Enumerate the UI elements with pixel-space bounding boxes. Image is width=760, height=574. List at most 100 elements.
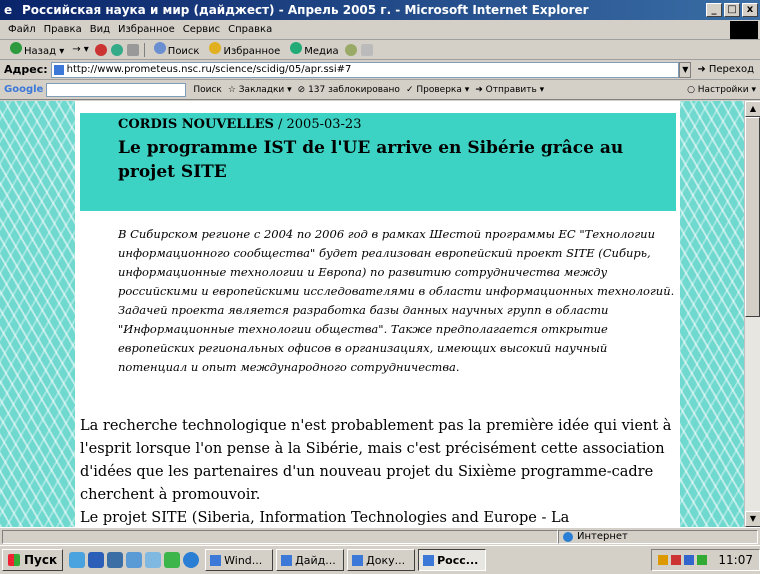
google-toolbar: Google Поиск ☆ Закладки ▾ ⊘ 137 заблокир… xyxy=(0,80,760,100)
taskbar: Пуск Wind... Дайд... Доку... Росс... 11:… xyxy=(0,545,760,574)
window-title: Российская наука и мир (дайджест) - Апре… xyxy=(22,3,589,17)
toolbar-divider xyxy=(143,42,145,57)
menu-view[interactable]: Вид xyxy=(86,24,114,35)
quick-launch-icon[interactable] xyxy=(69,552,86,568)
history-icon[interactable] xyxy=(344,43,357,56)
stop-icon[interactable] xyxy=(94,43,107,56)
task-button-document[interactable]: Доку... xyxy=(347,549,416,571)
google-settings-button[interactable]: ○ Настройки ▾ xyxy=(687,85,760,95)
quick-launch-icon[interactable] xyxy=(145,552,162,568)
task-label: Wind... xyxy=(224,553,263,567)
task-icon xyxy=(281,554,293,566)
quick-launch-icon[interactable] xyxy=(183,552,200,568)
status-text xyxy=(2,529,558,544)
task-button-digest[interactable]: Дайд... xyxy=(276,549,345,571)
article-abstract: В Сибирском регионе с 2004 по 2006 год в… xyxy=(118,227,675,374)
task-icon xyxy=(210,554,222,566)
media-label: Медиа xyxy=(304,46,339,57)
security-zone: Интернет xyxy=(558,529,758,544)
start-label: Пуск xyxy=(24,553,58,567)
start-button[interactable]: Пуск xyxy=(2,549,64,571)
body-paragraph: La recherche technologique n'est probabl… xyxy=(80,418,672,503)
scroll-up-icon[interactable]: ▲ xyxy=(745,101,760,117)
globe-icon xyxy=(563,531,573,542)
address-dropdown-icon[interactable]: ▼ xyxy=(679,61,692,78)
home-icon[interactable] xyxy=(126,43,139,56)
media-button[interactable]: Медиа xyxy=(284,42,342,57)
send-button[interactable]: ➜ Отправить ▾ xyxy=(472,85,547,95)
google-search-input[interactable] xyxy=(46,82,187,97)
search-label: Поиск xyxy=(167,46,200,57)
minimize-button[interactable]: _ xyxy=(706,3,722,17)
window-titlebar: e Российская наука и мир (дайджест) - Ап… xyxy=(0,0,760,20)
star-icon xyxy=(209,42,222,54)
task-button-windows[interactable]: Wind... xyxy=(205,549,274,571)
favorites-label: Избранное xyxy=(223,46,281,57)
address-label: Адрес: xyxy=(4,63,48,76)
system-tray: 11:07 xyxy=(651,549,760,571)
menu-bar: Файл Правка Вид Избранное Сервис Справка xyxy=(0,20,760,40)
refresh-icon[interactable] xyxy=(110,43,123,56)
go-button[interactable]: ➜ Переход xyxy=(691,64,760,75)
send-label: Отправить xyxy=(485,84,537,95)
quick-launch-icon[interactable] xyxy=(164,552,181,568)
article-body: La recherche technologique n'est probabl… xyxy=(80,415,680,527)
blocked-count: 137 заблокировано xyxy=(308,84,400,95)
quick-launch-icon[interactable] xyxy=(88,552,105,568)
search-icon xyxy=(153,42,166,54)
mail-icon[interactable] xyxy=(360,43,373,56)
favorites-button[interactable]: Избранное xyxy=(203,42,284,57)
windows-flag-icon xyxy=(8,554,20,566)
task-icon xyxy=(352,554,364,566)
page-content[interactable]: CORDIS NOUVELLES / 2005-03-23 Le program… xyxy=(0,101,744,527)
back-arrow-icon xyxy=(10,42,22,54)
task-label: Росс... xyxy=(437,553,479,567)
forward-button[interactable]: → ▾ xyxy=(68,44,93,55)
body-next-line: Le projet SITE (Siberia, Information Tec… xyxy=(80,510,570,526)
source-line: CORDIS NOUVELLES / 2005-03-23 xyxy=(118,117,676,132)
settings-label: Настройки xyxy=(697,84,749,95)
menu-tools[interactable]: Сервис xyxy=(179,24,224,35)
back-button[interactable]: Назад ▾ xyxy=(4,42,68,57)
go-label: Переход xyxy=(708,64,754,75)
vertical-scrollbar[interactable]: ▲ ▼ xyxy=(744,101,760,527)
address-url: http://www.prometeus.nsc.ru/science/scid… xyxy=(66,63,352,75)
popup-blocker-button[interactable]: ⊘ 137 заблокировано xyxy=(295,85,403,95)
maximize-button[interactable]: □ xyxy=(724,3,740,17)
search-button[interactable]: Поиск xyxy=(148,42,204,57)
source-date: / 2005-03-23 xyxy=(273,117,362,132)
google-bookmarks-button[interactable]: ☆ Закладки ▾ xyxy=(225,85,295,95)
tray-icon[interactable] xyxy=(671,555,682,565)
check-label: Проверка xyxy=(416,84,462,95)
tray-icon[interactable] xyxy=(684,555,695,565)
address-bar: Адрес: http://www.prometeus.nsc.ru/scien… xyxy=(0,60,760,80)
menu-edit[interactable]: Правка xyxy=(40,24,86,35)
task-button-ross[interactable]: Росс... xyxy=(418,549,487,571)
spellcheck-button[interactable]: ✓ Проверка ▾ xyxy=(403,85,472,95)
article-header: CORDIS NOUVELLES / 2005-03-23 Le program… xyxy=(80,113,676,211)
page-icon xyxy=(53,64,64,75)
menu-file[interactable]: Файл xyxy=(4,24,40,35)
address-input[interactable]: http://www.prometeus.nsc.ru/science/scid… xyxy=(50,61,680,78)
bookmarks-label: Закладки xyxy=(238,84,285,95)
tray-icon[interactable] xyxy=(658,555,669,565)
quick-launch-icon[interactable] xyxy=(107,552,124,568)
scroll-thumb[interactable] xyxy=(745,117,760,317)
task-label: Дайд... xyxy=(295,553,336,567)
clock: 11:07 xyxy=(718,553,753,567)
windows-logo-icon xyxy=(730,21,758,39)
standard-toolbar: Назад ▾ → ▾ Поиск Избранное Медиа xyxy=(0,40,760,60)
menu-help[interactable]: Справка xyxy=(224,24,276,35)
task-icon xyxy=(423,554,435,566)
menu-favorites[interactable]: Избранное xyxy=(114,24,179,35)
status-bar: Интернет xyxy=(0,527,760,545)
google-logo: Google xyxy=(4,84,44,95)
scroll-down-icon[interactable]: ▼ xyxy=(745,511,760,527)
quick-launch-icon[interactable] xyxy=(126,552,143,568)
zone-label: Интернет xyxy=(577,531,628,542)
close-button[interactable]: x xyxy=(742,3,758,17)
tray-icon[interactable] xyxy=(697,555,708,565)
quick-launch xyxy=(69,552,200,568)
back-label: Назад xyxy=(24,46,57,57)
google-search-button[interactable]: Поиск xyxy=(190,85,225,95)
